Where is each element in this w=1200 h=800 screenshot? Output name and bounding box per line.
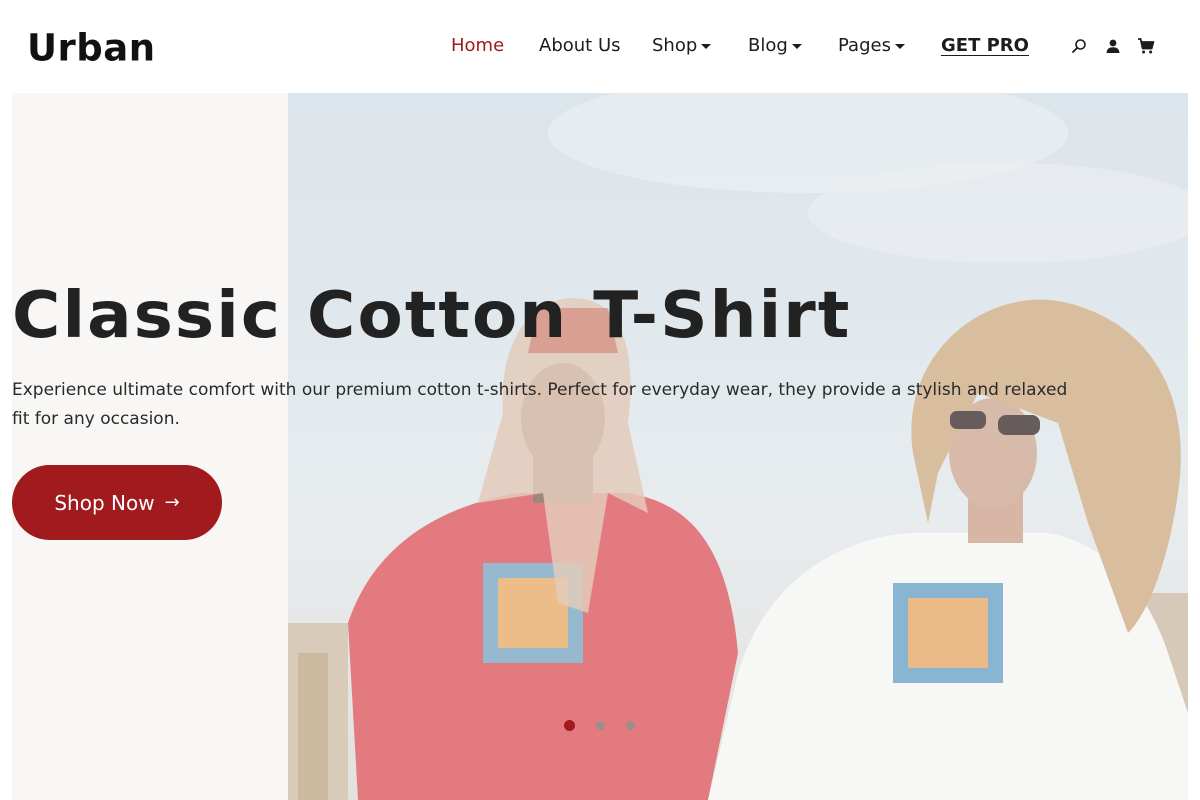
hero-image-overlay xyxy=(288,93,1188,800)
slider-dot-2[interactable] xyxy=(596,721,605,730)
slider-dot-3[interactable] xyxy=(626,721,635,730)
arrow-right-icon: → xyxy=(164,492,180,513)
search-icon[interactable] xyxy=(1070,37,1088,55)
brand-logo[interactable]: Urban xyxy=(27,26,156,70)
nav-shop-label: Shop xyxy=(652,35,698,56)
nav-home-label: Home xyxy=(451,35,505,56)
nav-about-us-label: About Us xyxy=(539,35,621,56)
slider-dots xyxy=(564,720,656,731)
user-icon[interactable] xyxy=(1104,37,1122,55)
nav-pages[interactable]: Pages xyxy=(838,35,905,56)
chevron-down-icon xyxy=(791,44,802,49)
chevron-down-icon xyxy=(894,44,905,49)
nav-shop[interactable]: Shop xyxy=(652,35,712,56)
nav-blog[interactable]: Blog xyxy=(748,35,802,56)
hero-description: Experience ultimate comfort with our pre… xyxy=(12,380,1068,429)
hero-left-panel xyxy=(12,93,288,800)
hero-title: Classic Cotton T-Shirt xyxy=(12,279,852,353)
nav-blog-label: Blog xyxy=(748,35,788,56)
cart-icon[interactable] xyxy=(1137,37,1155,55)
nav-get-pro-label: GET PRO xyxy=(941,35,1029,56)
nav-about-us[interactable]: About Us xyxy=(539,35,621,56)
hero-section: Classic Cotton T-Shirt Experience ultima… xyxy=(12,93,1188,800)
slider-dot-1[interactable] xyxy=(564,720,575,731)
header-icons xyxy=(1070,37,1155,55)
nav-pages-label: Pages xyxy=(838,35,891,56)
site-header: Urban Home About Us Shop Blog Pages GET … xyxy=(0,0,1200,93)
nav-home[interactable]: Home xyxy=(451,35,504,56)
chevron-down-icon xyxy=(701,44,712,49)
shop-now-button[interactable]: Shop Now → xyxy=(12,465,222,540)
nav-get-pro[interactable]: GET PRO xyxy=(941,35,1029,56)
shop-now-label: Shop Now xyxy=(54,490,155,515)
